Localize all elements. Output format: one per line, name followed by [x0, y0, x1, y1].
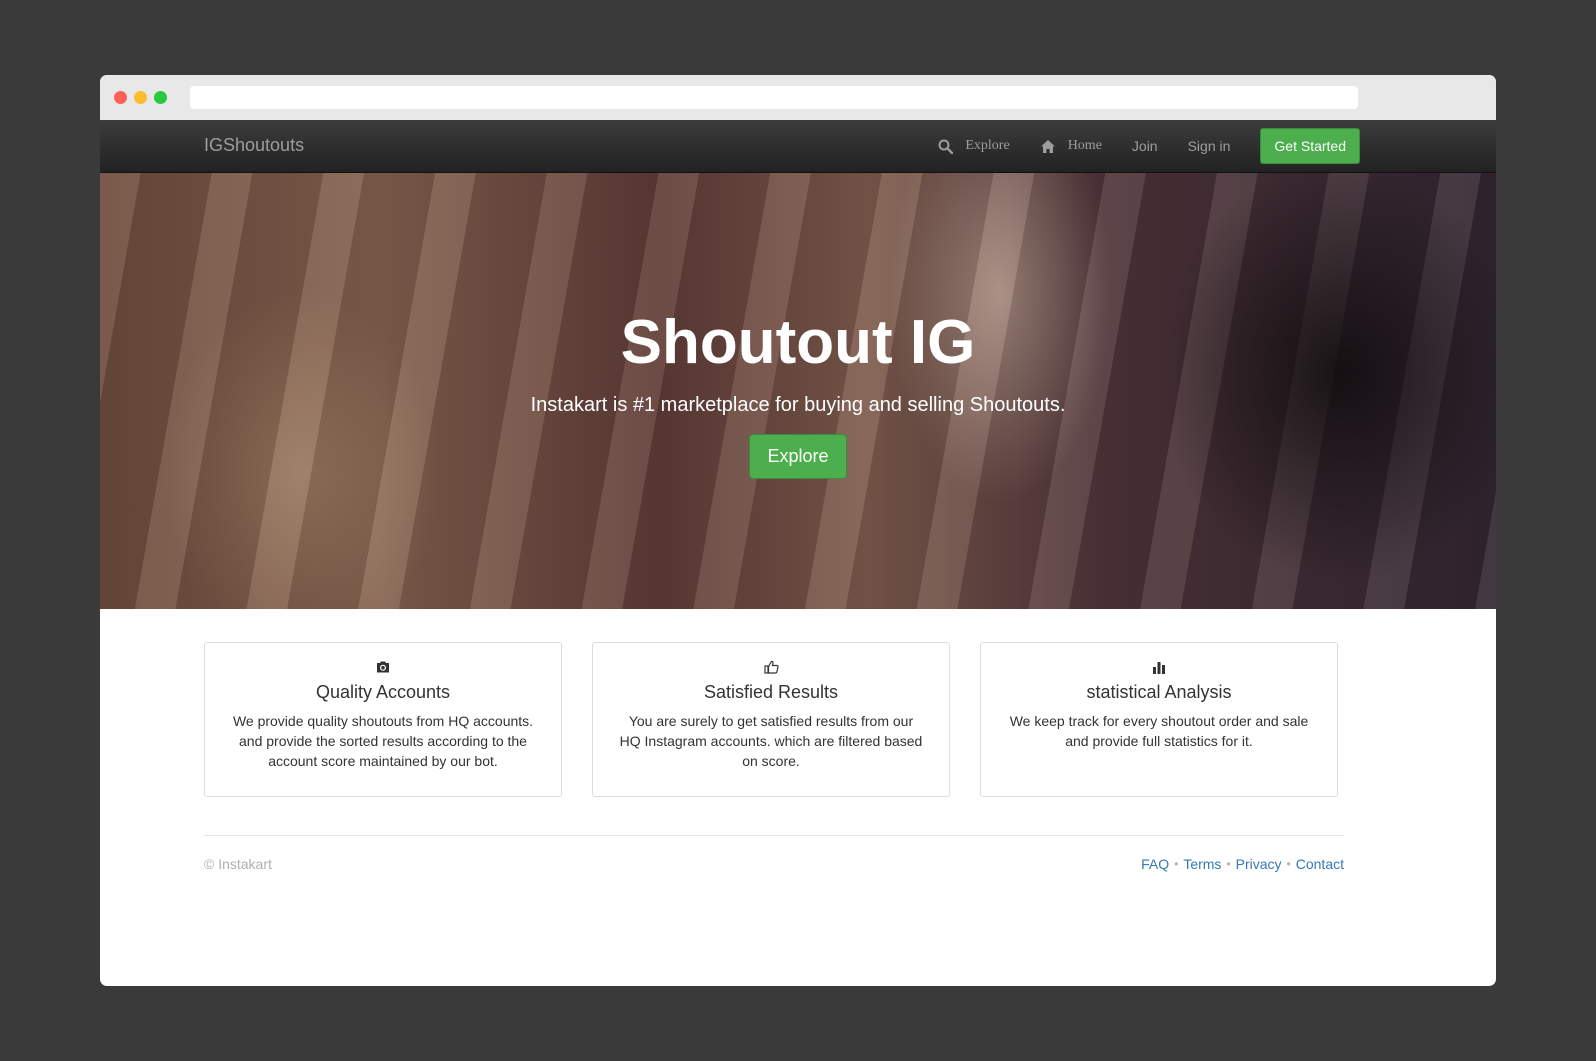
- nav-sign-in-link[interactable]: Sign in: [1188, 138, 1231, 154]
- browser-window: IGShoutouts Explore Home Join Sign in Ge…: [100, 75, 1496, 986]
- footer-divider: [204, 835, 1344, 836]
- footer-link-privacy[interactable]: Privacy: [1236, 856, 1282, 872]
- nav-join-link[interactable]: Join: [1132, 138, 1158, 154]
- get-started-button[interactable]: Get Started: [1260, 128, 1360, 164]
- hero-title: Shoutout IG: [620, 308, 976, 377]
- feature-card-satisfied: Satisfied Results You are surely to get …: [592, 642, 950, 797]
- browser-chrome: [100, 75, 1496, 120]
- nav-explore-link[interactable]: Explore: [938, 138, 1010, 154]
- maximize-window-button[interactable]: [154, 91, 167, 104]
- hero-subtitle: Instakart is #1 marketplace for buying a…: [530, 394, 1066, 416]
- search-icon: [938, 139, 954, 154]
- home-icon: [1040, 139, 1055, 153]
- camera-icon: [205, 658, 561, 676]
- feature-title: statistical Analysis: [1086, 682, 1232, 702]
- copyright-text: © Instakart: [204, 856, 272, 872]
- footer-link-terms[interactable]: Terms: [1183, 856, 1221, 872]
- minimize-window-button[interactable]: [134, 91, 147, 104]
- nav-home-label: Home: [1067, 138, 1102, 153]
- feature-text: We provide quality shoutouts from HQ acc…: [232, 713, 534, 769]
- nav-explore-label: Explore: [965, 138, 1010, 153]
- hero-banner: Shoutout IG Instakart is #1 marketplace …: [100, 173, 1496, 609]
- close-window-button[interactable]: [114, 91, 127, 104]
- feature-card-statistics: statistical Analysis We keep track for e…: [980, 642, 1338, 797]
- footer-separator: •: [1226, 857, 1231, 871]
- features-row: Quality Accounts We provide quality shou…: [204, 642, 1338, 797]
- footer-link-faq[interactable]: FAQ: [1141, 856, 1169, 872]
- feature-title: Quality Accounts: [315, 682, 451, 702]
- feature-text: We keep track for every shoutout order a…: [1009, 713, 1309, 749]
- stats-icon: [981, 658, 1337, 676]
- feature-text: You are surely to get satisfied results …: [619, 713, 923, 769]
- footer-link-contact[interactable]: Contact: [1296, 856, 1344, 872]
- nav-home-link[interactable]: Home: [1040, 138, 1102, 154]
- navbar: IGShoutouts Explore Home Join Sign in Ge…: [100, 120, 1496, 173]
- brand-logo[interactable]: IGShoutouts: [204, 135, 304, 156]
- footer-separator: •: [1174, 857, 1179, 871]
- nav-links: Explore Home Join Sign in Get Started: [938, 120, 1496, 172]
- footer-separator: •: [1286, 857, 1291, 871]
- feature-title: Satisfied Results: [703, 682, 839, 702]
- hero-content: Shoutout IG Instakart is #1 marketplace …: [100, 308, 1496, 479]
- footer-links: FAQ • Terms • Privacy • Contact: [1141, 856, 1344, 872]
- address-bar[interactable]: [190, 86, 1358, 109]
- thumbs-up-icon: [593, 658, 949, 676]
- feature-card-quality: Quality Accounts We provide quality shou…: [204, 642, 562, 797]
- hero-explore-button[interactable]: Explore: [749, 434, 847, 479]
